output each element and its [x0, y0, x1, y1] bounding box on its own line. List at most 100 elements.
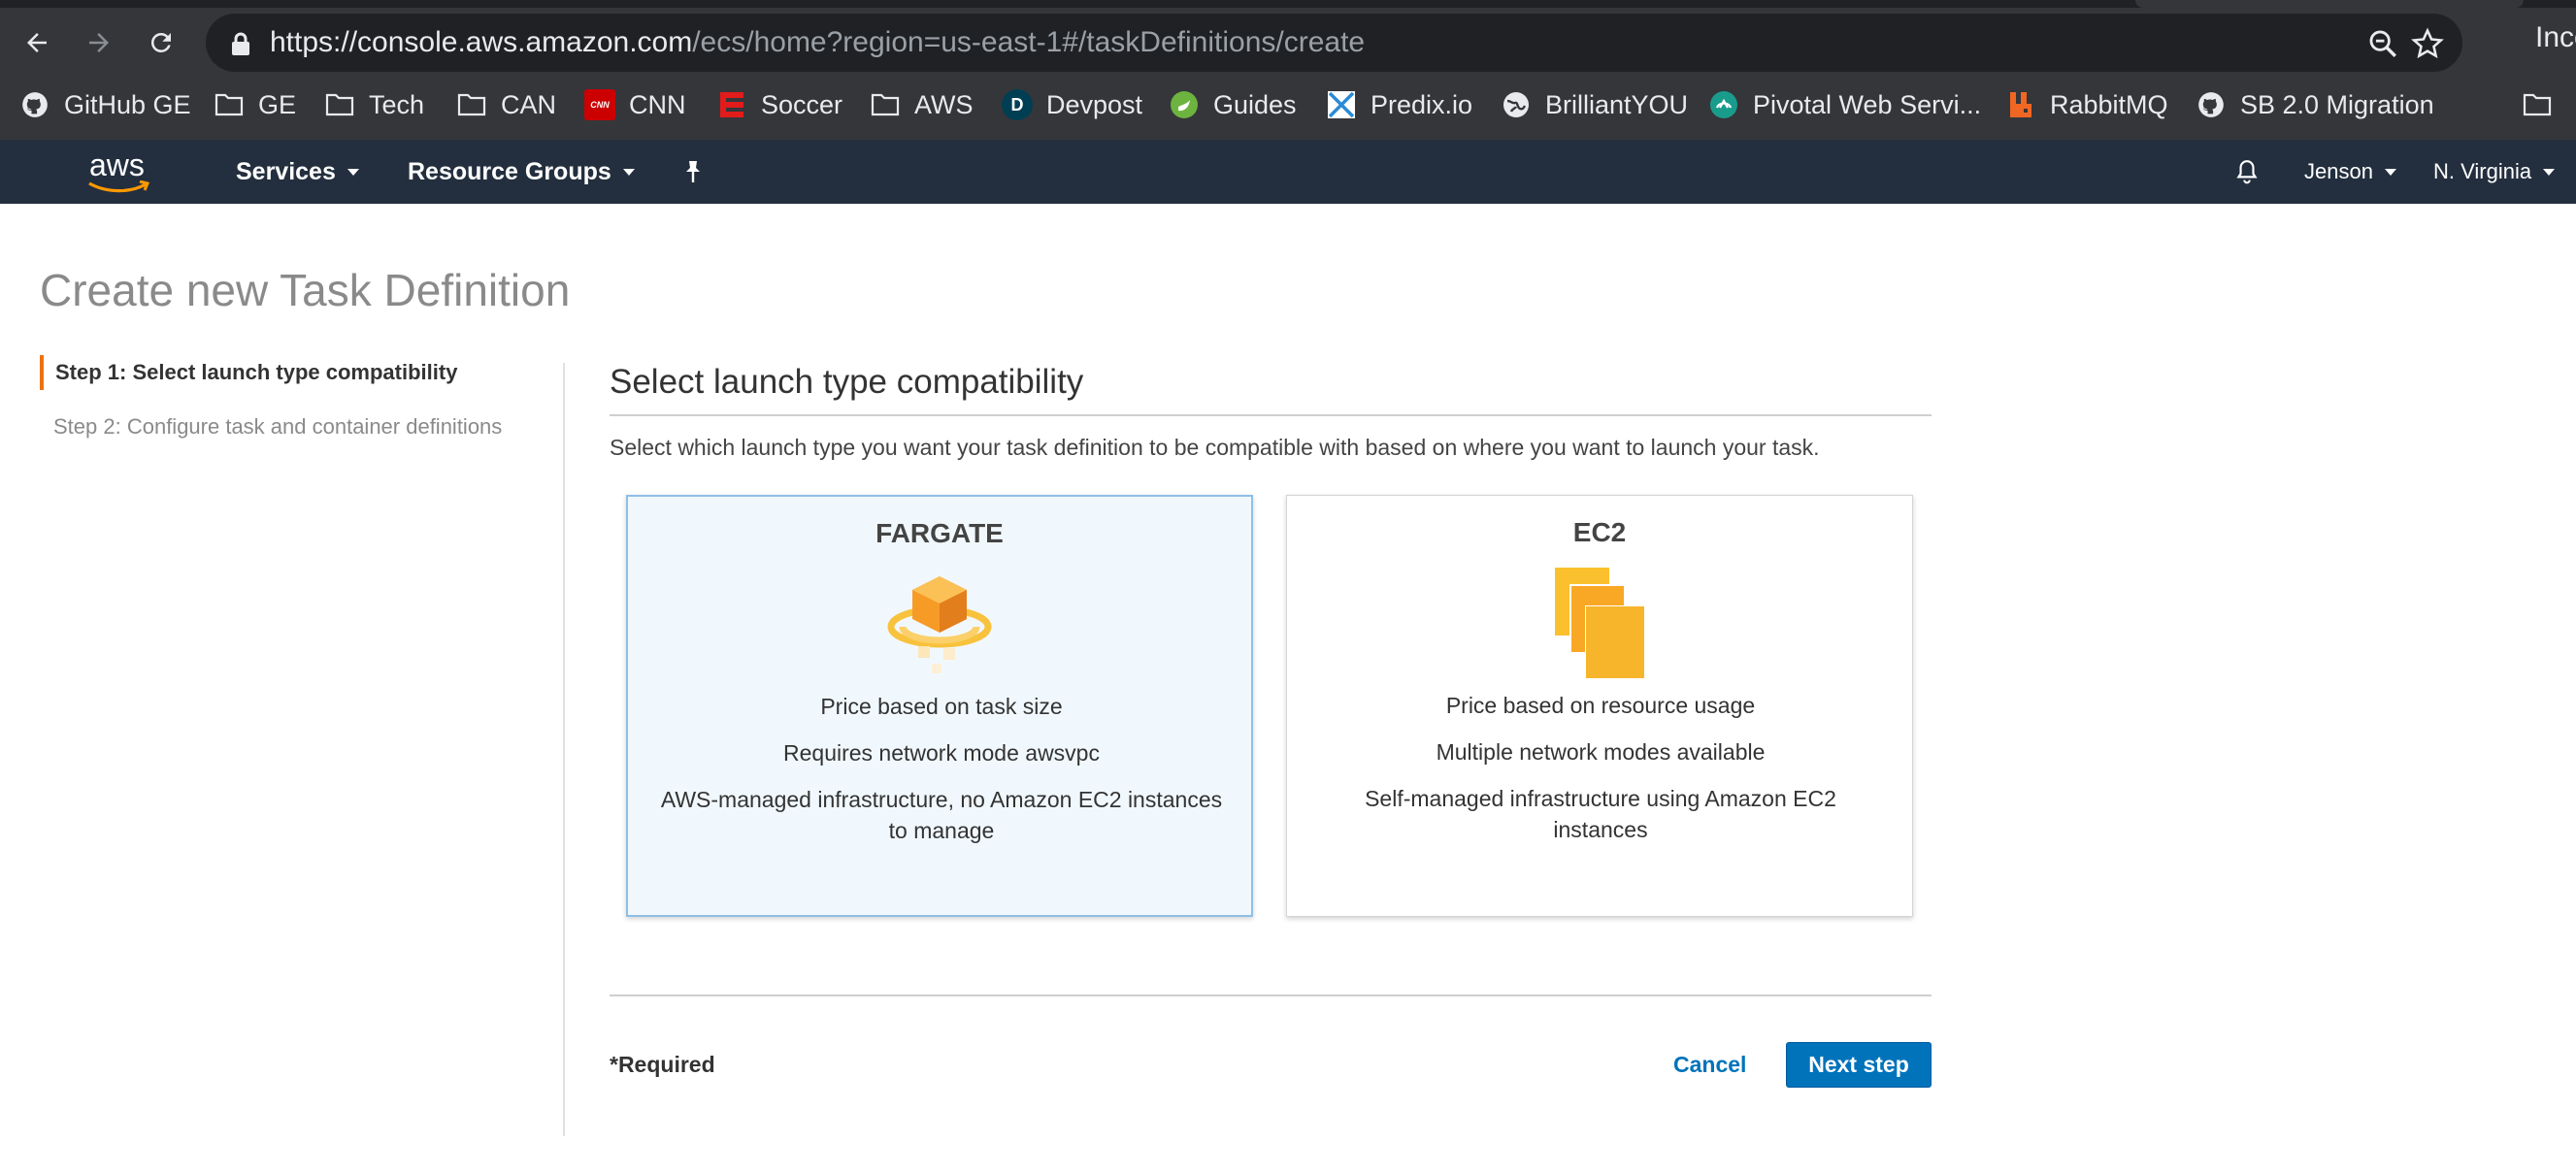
- vertical-divider: [563, 363, 565, 1136]
- address-bar[interactable]: https://console.aws.amazon.com/ecs/home?…: [206, 14, 2462, 72]
- github-icon: [2196, 89, 2227, 120]
- user-label: Jenson: [2304, 159, 2373, 183]
- profile-label[interactable]: Inco: [2535, 21, 2576, 54]
- fargate-icon: [887, 576, 992, 673]
- app-root: https://console.aws.amazon.com/ecs/home?…: [0, 0, 2576, 1174]
- zoom-icon[interactable]: [2366, 27, 2399, 60]
- bookmark-can[interactable]: CAN: [456, 82, 556, 128]
- pin-button[interactable]: [681, 140, 705, 204]
- folder-icon: [214, 89, 245, 120]
- fargate-card[interactable]: FARGATE Price based on task size Require…: [626, 495, 1253, 917]
- folder-icon: [324, 89, 355, 120]
- section-title: Select launch type compatibility: [610, 363, 1084, 401]
- resource-groups-label: Resource Groups: [408, 158, 611, 185]
- chevron-down-icon: [2543, 168, 2556, 176]
- page-title: Create new Task Definition: [40, 265, 571, 315]
- bookmark-label: Pivotal Web Servi...: [1753, 89, 1982, 119]
- bookmark-label: Guides: [1213, 89, 1297, 119]
- arrow-right-icon: [89, 33, 109, 52]
- tab-strip: [0, 0, 2576, 8]
- bookmark-label: Devpost: [1046, 89, 1143, 119]
- bookmarks-bar: GitHub GE GE Tech CAN CNN CNN Soccer AWS…: [0, 82, 2576, 128]
- aws-logo[interactable]: aws: [85, 147, 155, 196]
- services-menu[interactable]: Services: [236, 140, 359, 204]
- wizard-steps: Step 1: Select launch type compatibility…: [40, 355, 564, 444]
- bookmark-soccer[interactable]: Soccer: [716, 82, 842, 128]
- aws-smile-icon: [88, 180, 150, 193]
- bookmark-devpost[interactable]: D Devpost: [1002, 82, 1142, 128]
- bookmark-ge[interactable]: GE: [214, 82, 296, 128]
- bookmark-guides[interactable]: Guides: [1169, 82, 1297, 128]
- chevron-down-icon: [622, 168, 635, 176]
- card-network-mode: Requires network mode awsvpc: [783, 740, 1100, 766]
- pin-icon: [686, 161, 700, 182]
- soccer-icon: [716, 89, 747, 120]
- chevron-down-icon: [2384, 168, 2396, 176]
- section-description: Select which launch type you want your t…: [610, 435, 1820, 460]
- bookmark-overflow-folder[interactable]: [2522, 82, 2553, 128]
- card-pricing: Price based on task size: [820, 694, 1063, 719]
- chevron-down-icon: [347, 168, 359, 176]
- star-icon[interactable]: [2411, 27, 2444, 60]
- active-tab[interactable]: [2135, 0, 2524, 8]
- bookmark-label: SB 2.0 Migration: [2240, 89, 2434, 119]
- bookmark-sb-migration[interactable]: SB 2.0 Migration: [2196, 82, 2434, 128]
- step-2-link[interactable]: Step 2: Configure task and container def…: [40, 409, 564, 444]
- back-button[interactable]: [16, 21, 58, 64]
- notifications-button[interactable]: [2234, 140, 2260, 204]
- bookmark-tech[interactable]: Tech: [324, 82, 424, 128]
- bookmark-label: GE: [258, 89, 297, 119]
- bookmark-label: CAN: [501, 89, 557, 119]
- cancel-button[interactable]: Cancel: [1673, 1052, 1746, 1078]
- bookmark-label: RabbitMQ: [2050, 89, 2168, 119]
- bookmark-brilliantyou[interactable]: BrilliantYOU: [1501, 82, 1688, 128]
- card-title: EC2: [1572, 517, 1627, 547]
- bookmark-label: BrilliantYOU: [1545, 89, 1689, 119]
- card-pricing: Price based on resource usage: [1445, 693, 1756, 718]
- bookmark-predix[interactable]: Predix.io: [1326, 82, 1472, 128]
- github-icon: [19, 89, 50, 120]
- cnn-icon: CNN: [584, 89, 615, 120]
- footer-divider: [610, 995, 1932, 996]
- region-label: N. Virginia: [2433, 159, 2532, 183]
- region-menu[interactable]: N. Virginia: [2433, 140, 2556, 204]
- bookmark-aws[interactable]: AWS: [870, 82, 974, 128]
- card-infrastructure: Self-managed infrastructure using Amazon…: [1365, 786, 1836, 842]
- user-menu[interactable]: Jenson: [2304, 140, 2396, 204]
- url-text[interactable]: https://console.aws.amazon.com/ecs/home?…: [270, 14, 1365, 72]
- pivotal-icon: [1708, 89, 1739, 120]
- lock-icon: [232, 32, 249, 55]
- bookmark-label: AWS: [914, 89, 974, 119]
- url-path: /ecs/home?region=us-east-1#/taskDefiniti…: [692, 26, 1366, 58]
- globe-icon: [1501, 89, 1532, 120]
- cnn-icon-text: CNN: [590, 100, 610, 110]
- card-infrastructure: AWS-managed infrastructure, no Amazon EC…: [660, 787, 1223, 843]
- bell-icon: [2236, 160, 2258, 184]
- bookmark-rabbitmq[interactable]: RabbitMQ: [2005, 82, 2168, 128]
- ec2-card[interactable]: EC2 Price based on resource usage Multip…: [1286, 495, 1913, 917]
- reload-button[interactable]: [140, 21, 182, 64]
- rabbitmq-icon: [2005, 89, 2036, 120]
- bookmark-label: Tech: [369, 89, 425, 119]
- services-label: Services: [236, 158, 336, 185]
- devpost-icon-text: D: [1010, 94, 1024, 114]
- reload-icon: [150, 32, 171, 52]
- predix-icon: [1326, 89, 1357, 120]
- bookmark-label: Soccer: [761, 89, 843, 119]
- forward-button[interactable]: [78, 21, 120, 64]
- aws-logo-text: aws: [89, 147, 145, 182]
- bookmark-cnn[interactable]: CNN CNN: [584, 82, 686, 128]
- bookmark-label: GitHub GE: [64, 89, 191, 119]
- folder-icon: [870, 89, 901, 120]
- bookmark-github-ge[interactable]: GitHub GE: [19, 82, 191, 128]
- step-1-link[interactable]: Step 1: Select launch type compatibility: [40, 355, 564, 390]
- bookmark-pivotal[interactable]: Pivotal Web Servi...: [1708, 82, 1981, 128]
- next-step-button[interactable]: Next step: [1786, 1042, 1932, 1088]
- bookmark-label: Predix.io: [1371, 89, 1473, 119]
- section-divider: [610, 414, 1932, 416]
- card-title: FARGATE: [875, 518, 1004, 548]
- folder-icon: [2522, 89, 2553, 120]
- spring-icon: [1169, 89, 1200, 120]
- devpost-icon: D: [1002, 89, 1033, 120]
- resource-groups-menu[interactable]: Resource Groups: [408, 140, 635, 204]
